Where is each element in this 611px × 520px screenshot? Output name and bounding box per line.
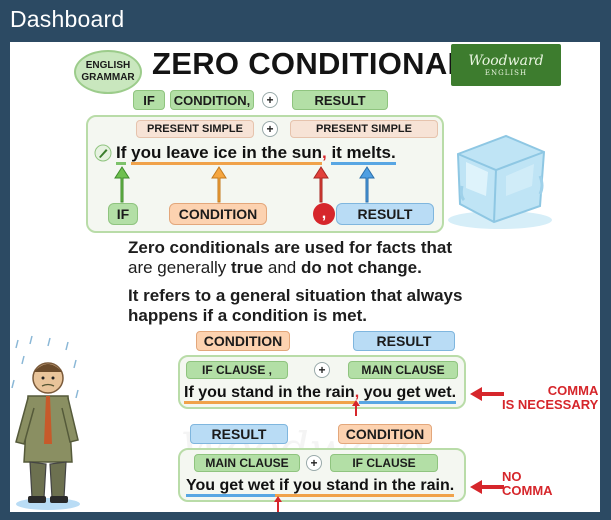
- ex2-label-condition: CONDITION: [196, 331, 290, 351]
- plus-icon: +: [262, 121, 278, 137]
- ex3-if-clause: IF CLAUSE: [330, 454, 438, 472]
- red-arrow-icon: [470, 480, 504, 494]
- page-title: ZERO CONDITIONAL: [152, 46, 467, 81]
- infographic-panel: Woodward Woodward ENGLISH GRAMMAR ZERO C…: [10, 42, 600, 512]
- explanation-text-2: It refers to a general situation that al…: [128, 286, 463, 325]
- pen-icon: [94, 144, 112, 162]
- ex3-main-clause: MAIN CLAUSE: [194, 454, 300, 472]
- comma-arrow-icon: [352, 400, 360, 416]
- label-result: RESULT: [336, 203, 434, 225]
- formula-if: IF: [133, 90, 165, 110]
- example-2-sentence: If you stand in the rain, you get wet.: [184, 384, 457, 404]
- plus-icon: +: [306, 455, 322, 471]
- comma-necessary-note: COMMA IS NECESSARY: [502, 383, 599, 412]
- ex2-if-clause: IF CLAUSE ,: [186, 361, 288, 379]
- ex2-main-clause: MAIN CLAUSE: [348, 361, 458, 379]
- label-condition: CONDITION: [169, 203, 267, 225]
- no-comma-arrow-icon: [274, 496, 282, 512]
- label-comma: ,: [313, 203, 335, 225]
- woodward-logo: Woodward ENGLISH: [451, 44, 561, 86]
- ex3-label-result: RESULT: [190, 424, 288, 444]
- window-title: Dashboard: [10, 6, 125, 32]
- example-1-sentence: If you leave ice in the sun, it melts.: [116, 143, 396, 165]
- plus-icon: +: [314, 362, 330, 378]
- tense-right: PRESENT SIMPLE: [290, 120, 438, 138]
- window-header: Dashboard: [0, 0, 611, 42]
- tense-left: PRESENT SIMPLE: [136, 120, 254, 138]
- example-3-sentence: You get wet if you stand in the rain.: [186, 477, 455, 497]
- arrows: [114, 166, 375, 203]
- no-comma-note: NO COMMA: [502, 469, 553, 498]
- ex2-label-result: RESULT: [353, 331, 455, 351]
- label-if: IF: [108, 203, 138, 225]
- wet-man-illustration: [11, 335, 80, 510]
- formula-condition: CONDITION,: [170, 90, 254, 110]
- formula-result: RESULT: [292, 90, 388, 110]
- ex3-label-condition: CONDITION: [338, 424, 432, 444]
- plus-icon: +: [262, 92, 278, 108]
- red-arrow-icon: [470, 387, 504, 401]
- english-grammar-badge: ENGLISH GRAMMAR: [74, 50, 142, 94]
- explanation-text: Zero conditionals are used for facts tha…: [128, 238, 453, 277]
- ice-cube-icon: [448, 134, 552, 229]
